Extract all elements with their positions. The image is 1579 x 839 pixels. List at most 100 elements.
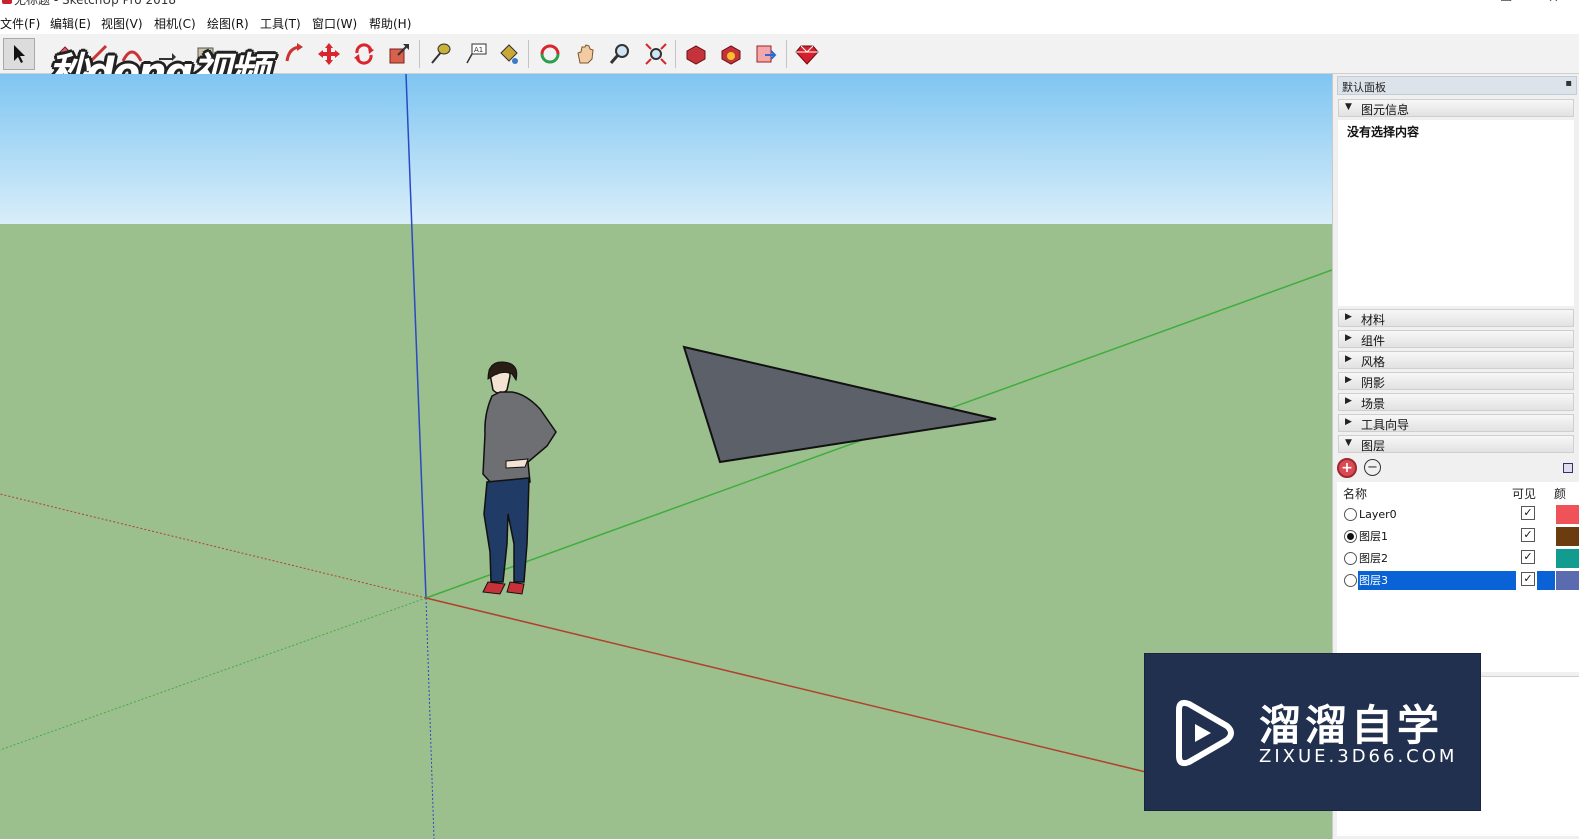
- close-icon[interactable]: ✕: [1548, 0, 1559, 6]
- layer-name[interactable]: Layer0: [1358, 505, 1516, 524]
- select-tool-icon[interactable]: [3, 38, 35, 70]
- orbit-tool-icon[interactable]: [534, 38, 566, 70]
- layer-details-icon[interactable]: [1563, 463, 1573, 473]
- toolbar-separator: [675, 40, 676, 68]
- panel-components[interactable]: ▶ 组件: [1338, 330, 1574, 348]
- visible-checkbox[interactable]: ✓: [1521, 550, 1535, 564]
- ruby-console-tool-icon[interactable]: [791, 38, 823, 70]
- tape-measure-tool-icon[interactable]: [424, 38, 456, 70]
- expand-right-icon: ▶: [1345, 333, 1352, 343]
- tray-title: 默认面板: [1342, 81, 1386, 94]
- brand-title: 溜溜自学: [1259, 701, 1444, 750]
- brand-url: ZIXUE.3D66.COM: [1259, 746, 1458, 767]
- panel-styles[interactable]: ▶ 风格: [1338, 351, 1574, 369]
- menu-help[interactable]: 帮助(H): [369, 15, 411, 32]
- sky: [0, 74, 1332, 224]
- warehouse-tool-icon[interactable]: [680, 38, 712, 70]
- panel-scenes[interactable]: ▶ 场景: [1338, 393, 1574, 411]
- viewport-canvas: [0, 74, 1332, 839]
- visible-checkbox[interactable]: ✓: [1521, 572, 1535, 586]
- column-color[interactable]: 颜: [1554, 485, 1566, 502]
- layer-name[interactable]: 图层1: [1358, 527, 1516, 546]
- visible-checkbox[interactable]: ✓: [1521, 506, 1535, 520]
- expand-right-icon: ▶: [1345, 396, 1352, 406]
- offset-tool-icon[interactable]: [278, 38, 310, 70]
- layers-table-header: 名称 可见 颜: [1337, 482, 1579, 502]
- menu-view[interactable]: 视图(V): [101, 15, 143, 32]
- layer-name[interactable]: 图层3: [1358, 571, 1516, 590]
- selection-highlight: [1537, 571, 1555, 590]
- text-tool-icon[interactable]: A1: [460, 38, 492, 70]
- menu-bar: 文件(F) 编辑(E) 视图(V) 相机(C) 绘图(R) 工具(T) 窗口(W…: [0, 12, 1579, 34]
- panel-label: 场景: [1361, 397, 1386, 411]
- zoom-tool-icon[interactable]: [604, 38, 636, 70]
- active-layer-radio[interactable]: [1344, 508, 1357, 521]
- tray-header: 默认面板 ▪: [1337, 76, 1577, 95]
- move-tool-icon[interactable]: [313, 38, 345, 70]
- add-layer-icon[interactable]: +: [1337, 458, 1357, 478]
- panel-shadows[interactable]: ▶ 阴影: [1338, 372, 1574, 390]
- panel-label: 图层: [1361, 439, 1386, 453]
- layers-toolbar: + −: [1332, 456, 1579, 480]
- ground: [0, 224, 1332, 839]
- expand-down-icon: ▼: [1345, 102, 1352, 112]
- layer-color-swatch[interactable]: [1556, 571, 1579, 590]
- window-title: 无标题 - SketchUp Pro 2018: [14, 0, 176, 7]
- panel-label: 材料: [1361, 313, 1386, 327]
- panel-label: 工具向导: [1361, 418, 1410, 432]
- column-visible[interactable]: 可见: [1512, 485, 1536, 502]
- restore-icon[interactable]: ▭: [1500, 0, 1512, 6]
- layers-table: 名称 可见 颜 Layer0 ✓ 图层1 ✓ 图层2 ✓ 图层3 ✓: [1337, 482, 1579, 672]
- pan-tool-icon[interactable]: [569, 38, 601, 70]
- column-name[interactable]: 名称: [1343, 485, 1367, 502]
- panel-layers[interactable]: ▼ 图层: [1338, 435, 1574, 453]
- active-layer-radio[interactable]: [1344, 530, 1357, 543]
- layer-row[interactable]: Layer0 ✓: [1337, 503, 1579, 525]
- toolbar-separator: [419, 40, 420, 68]
- rotate-tool-icon[interactable]: [348, 38, 380, 70]
- layer-row[interactable]: 图层2 ✓: [1337, 547, 1579, 569]
- pin-icon[interactable]: ▪: [1565, 78, 1572, 89]
- panel-materials[interactable]: ▶ 材料: [1338, 309, 1574, 327]
- active-layer-radio[interactable]: [1344, 574, 1357, 587]
- toolbar-separator: [786, 40, 787, 68]
- panel-label: 风格: [1361, 355, 1386, 369]
- layer-color-swatch[interactable]: [1556, 505, 1579, 524]
- expand-right-icon: ▶: [1345, 417, 1352, 427]
- visible-checkbox[interactable]: ✓: [1521, 528, 1535, 542]
- expand-right-icon: ▶: [1345, 354, 1352, 364]
- remove-layer-icon[interactable]: −: [1364, 459, 1381, 476]
- scale-tool-icon[interactable]: [383, 38, 415, 70]
- layer-name[interactable]: 图层2: [1358, 549, 1516, 568]
- panel-label: 组件: [1361, 334, 1386, 348]
- layer-row[interactable]: 图层1 ✓: [1337, 525, 1579, 547]
- layer-color-swatch[interactable]: [1556, 527, 1579, 546]
- extension-warehouse-tool-icon[interactable]: [715, 38, 747, 70]
- layer-row-selected[interactable]: 图层3 ✓: [1337, 569, 1579, 591]
- panel-label: 阴影: [1361, 376, 1386, 390]
- sketchup-app-icon: [2, 0, 12, 4]
- active-layer-radio[interactable]: [1344, 552, 1357, 565]
- expand-right-icon: ▶: [1345, 375, 1352, 385]
- svg-text:A1: A1: [474, 46, 483, 54]
- menu-camera[interactable]: 相机(C): [154, 15, 196, 32]
- layout-send-tool-icon[interactable]: [750, 38, 782, 70]
- zixue-brand-card: 溜溜自学 ZIXUE.3D66.COM: [1144, 653, 1481, 811]
- panel-label: 图元信息: [1361, 103, 1410, 117]
- toolbar-separator: [528, 40, 529, 68]
- menu-tools[interactable]: 工具(T): [260, 15, 301, 32]
- expand-right-icon: ▶: [1345, 312, 1352, 322]
- menu-draw[interactable]: 绘图(R): [207, 15, 249, 32]
- zoom-extents-tool-icon[interactable]: [640, 38, 672, 70]
- play-logo-icon: [1176, 699, 1234, 767]
- drawing-viewport[interactable]: [0, 74, 1332, 839]
- panel-instructor[interactable]: ▶ 工具向导: [1338, 414, 1574, 432]
- menu-edit[interactable]: 编辑(E): [50, 15, 91, 32]
- paint-bucket-tool-icon[interactable]: [492, 38, 524, 70]
- panel-entity-info[interactable]: ▼ 图元信息: [1338, 99, 1574, 117]
- menu-window[interactable]: 窗口(W): [312, 15, 357, 32]
- menu-file[interactable]: 文件(F): [0, 15, 40, 32]
- entity-info-message: 没有选择内容: [1347, 125, 1420, 139]
- layer-color-swatch[interactable]: [1556, 549, 1579, 568]
- expand-down-icon: ▼: [1345, 438, 1352, 448]
